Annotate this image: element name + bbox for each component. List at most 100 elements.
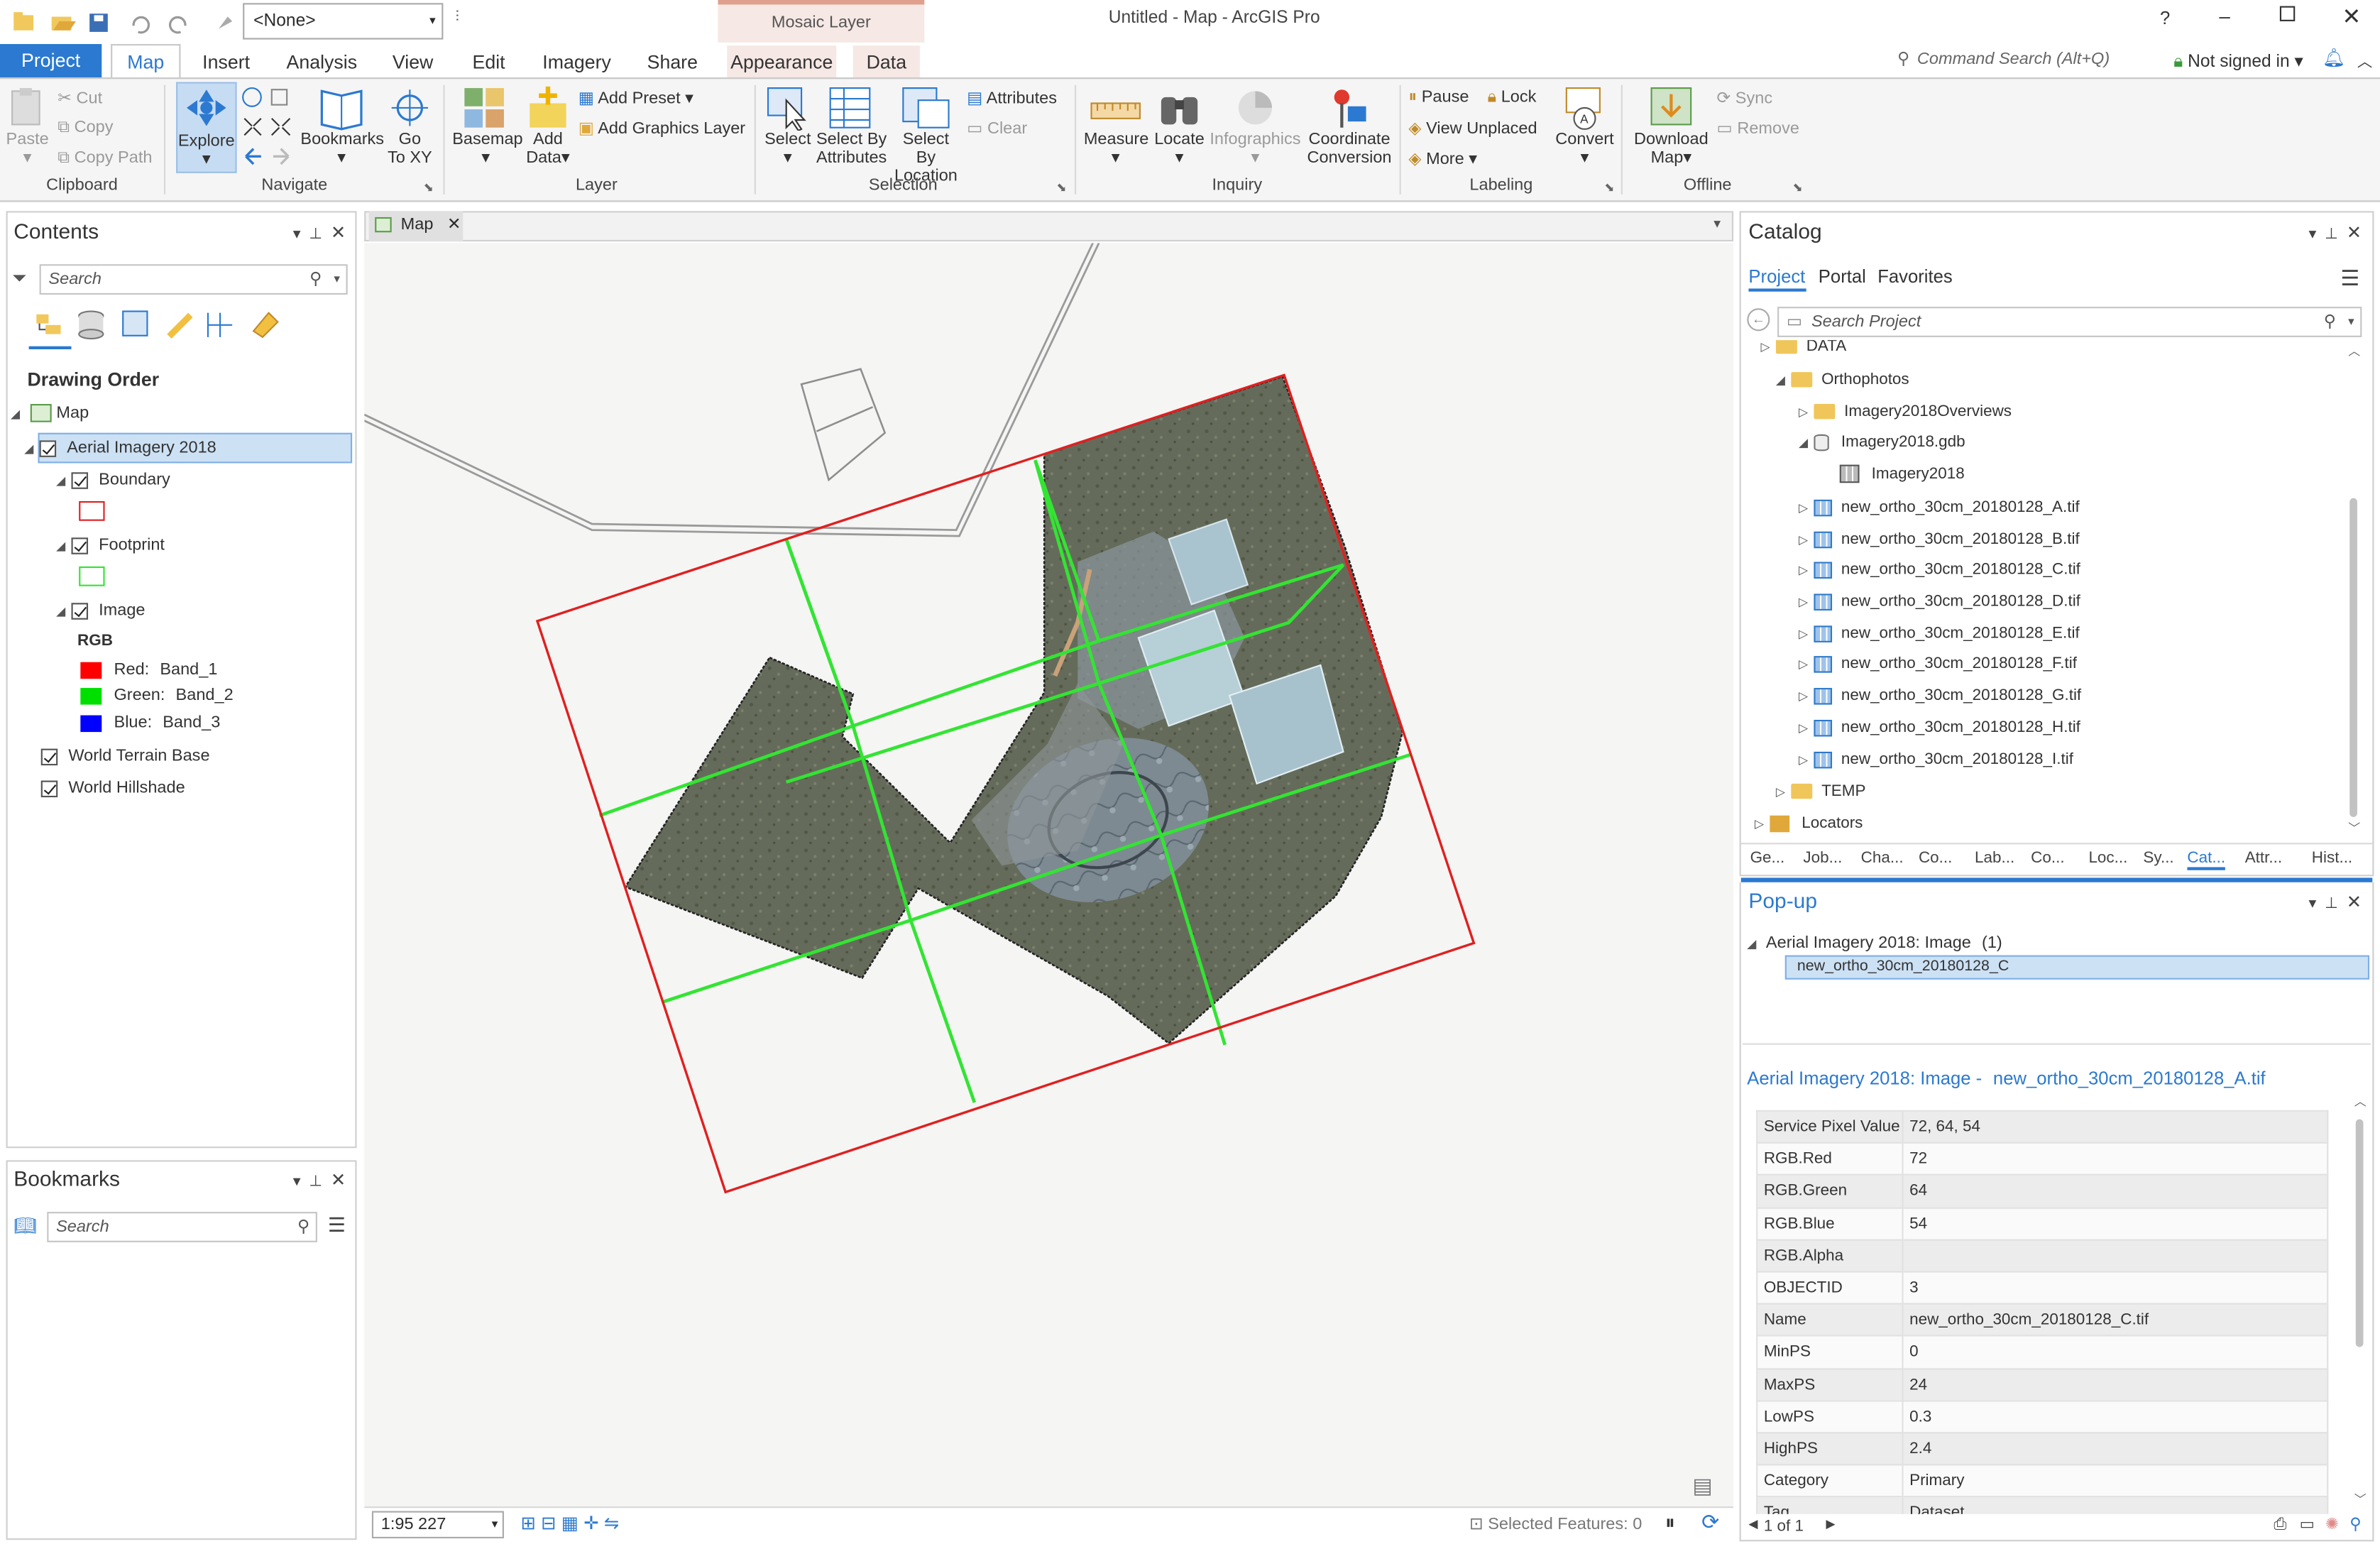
menu-icon[interactable]: ☰	[2340, 266, 2359, 291]
help-button[interactable]: ?	[2160, 8, 2170, 29]
sublayer-boundary[interactable]: ◢ Boundary	[56, 471, 170, 489]
popup-header-link[interactable]: new_ortho_30cm_20180128_A.tif	[1993, 1068, 2266, 1089]
open-project-icon[interactable]	[51, 16, 76, 31]
chevron-down-icon[interactable]: ▾	[1713, 216, 1721, 233]
basemap-button[interactable]: Basemap ▾	[452, 85, 523, 167]
grid-icon[interactable]: ⊟	[541, 1513, 556, 1534]
dock-tab-catalog[interactable]: Cat...	[2187, 849, 2226, 870]
tab-analysis[interactable]: Analysis	[283, 45, 361, 79]
expand-triangle-icon[interactable]: ▷	[1755, 817, 1770, 831]
close-icon[interactable]: ✕	[331, 1169, 346, 1191]
list-by-source-icon[interactable]	[78, 310, 104, 340]
select-button[interactable]: Select ▾	[762, 85, 813, 167]
footprint-visibility-checkbox[interactable]	[71, 537, 89, 554]
catalog-item-temp[interactable]: ▷ TEMP	[1776, 782, 1866, 801]
popup-group[interactable]: ◢ Aerial Imagery 2018: Image (1)	[1747, 934, 2002, 953]
attribute-field-value[interactable]: 0.3	[1902, 1399, 2329, 1434]
tab-insert[interactable]: Insert	[194, 45, 258, 79]
copy-button[interactable]: ⧉ Copy	[57, 119, 113, 138]
crosshair-icon[interactable]: ✛	[583, 1513, 599, 1534]
expand-triangle-icon[interactable]: ▷	[1799, 405, 1814, 419]
clear-selection-button[interactable]: ▭ Clear	[967, 119, 1027, 138]
chevron-down-icon[interactable]: ▾	[2309, 896, 2317, 913]
labeling-dialog-launcher-icon[interactable]: ⬊	[1604, 181, 1614, 195]
dock-tab-locate[interactable]: Loc...	[2088, 849, 2127, 867]
dock-tab-attributes[interactable]: Attr...	[2245, 849, 2282, 867]
catalog-item-orthophotos[interactable]: ◢ Orthophotos	[1776, 371, 1909, 389]
catalog-item-tif-a[interactable]: ▷ new_ortho_30cm_20180128_A.tif	[1799, 498, 2080, 517]
list-by-snapping-icon[interactable]	[207, 312, 233, 337]
menu-icon[interactable]: ☰	[328, 1213, 346, 1237]
pin-icon[interactable]: ⊥	[2325, 226, 2338, 243]
band-red-swatch[interactable]	[80, 661, 102, 679]
attribute-field-value[interactable]: 2.4	[1902, 1431, 2329, 1466]
explore-button[interactable]: Explore ▾	[176, 82, 237, 173]
catalog-item-gdb[interactable]: ◢ Imagery2018.gdb	[1799, 433, 1965, 451]
scale-combo[interactable]: 1:95 227 ▾	[371, 1511, 504, 1539]
attribute-field-value[interactable]: Primary	[1902, 1464, 2329, 1498]
attribute-field-value[interactable]: 64	[1902, 1174, 2329, 1208]
footprint-symbol[interactable]	[79, 566, 105, 586]
chevron-down-icon[interactable]: ▾	[293, 226, 301, 243]
image-visibility-checkbox[interactable]	[71, 602, 89, 619]
attribute-field-value[interactable]: Dataset	[1902, 1496, 2329, 1514]
measure-button[interactable]: Measure ▾	[1084, 85, 1148, 167]
list-by-drawing-order-icon[interactable]	[36, 314, 61, 334]
catalog-item-tif-b[interactable]: ▷ new_ortho_30cm_20180128_B.tif	[1799, 530, 2080, 549]
attribute-field-value[interactable]: 72	[1902, 1142, 2329, 1176]
chevron-down-icon[interactable]: ﹀	[2354, 1491, 2367, 1509]
attribute-field-value[interactable]: 0	[1902, 1335, 2329, 1369]
pause-labeling-button[interactable]: ⏸︎ Pause	[1408, 88, 1469, 108]
select-by-location-button[interactable]: Select By Location	[891, 85, 960, 185]
maximize-button[interactable]	[2279, 6, 2296, 21]
catalog-item-data[interactable]: ▷ DATA	[1761, 340, 1846, 356]
catalog-item-tif-d[interactable]: ▷ new_ortho_30cm_20180128_D.tif	[1799, 592, 2080, 611]
table-icon[interactable]: ▦	[561, 1513, 578, 1534]
catalog-tab-favorites[interactable]: Favorites	[1877, 266, 1953, 287]
expand-triangle-icon[interactable]: ▷	[1799, 564, 1814, 577]
select-by-attributes-button[interactable]: Select By Attributes	[815, 85, 888, 167]
zoom-to-icon[interactable]: ⚲	[2349, 1516, 2361, 1534]
filter-icon[interactable]: ⏷	[12, 267, 27, 290]
catalog-item-tif-c[interactable]: ▷ new_ortho_30cm_20180128_C.tif	[1799, 560, 2080, 579]
attribute-field-value[interactable]: 54	[1902, 1206, 2329, 1241]
sublayer-footprint[interactable]: ◢ Footprint	[56, 536, 165, 554]
flash-icon[interactable]: ✺	[2325, 1516, 2339, 1534]
view-unplaced-button[interactable]: ◈ View Unplaced	[1408, 119, 1537, 138]
catalog-item-tif-e[interactable]: ▷ new_ortho_30cm_20180128_E.tif	[1799, 624, 2080, 642]
catalog-item-locators[interactable]: ▷ Locators	[1755, 814, 1863, 833]
pin-icon[interactable]: ⊥	[2325, 896, 2338, 913]
attribute-field-value[interactable]: 24	[1902, 1367, 2329, 1401]
popup-scrollbar[interactable]: ︿ ﹀	[2353, 1095, 2368, 1510]
undo-icon[interactable]	[132, 16, 150, 34]
sublayer-image[interactable]: ◢ Image	[56, 601, 145, 620]
collapse-triangle-icon[interactable]: ◢	[56, 539, 71, 552]
map-node[interactable]: ◢ Map	[11, 404, 89, 422]
previous-extent-icon[interactable]	[245, 148, 261, 165]
save-icon[interactable]	[89, 13, 108, 32]
refresh-icon[interactable]: ⟳	[1701, 1509, 1719, 1535]
copy-path-button[interactable]: ⧉ Copy Path	[57, 149, 152, 169]
expand-triangle-icon[interactable]: ▷	[1799, 689, 1814, 703]
pin-icon[interactable]: ⊥	[309, 1174, 322, 1191]
export-icon[interactable]: ▭	[2300, 1516, 2315, 1534]
band-green-swatch[interactable]	[80, 687, 102, 704]
scroll-thumb[interactable]	[2355, 1119, 2364, 1347]
close-button[interactable]: ✕	[2342, 3, 2362, 30]
map-canvas[interactable]	[364, 243, 1734, 1507]
new-project-icon[interactable]	[13, 12, 34, 31]
expand-triangle-icon[interactable]: ▷	[1799, 596, 1814, 609]
catalog-item-tif-g[interactable]: ▷ new_ortho_30cm_20180128_G.tif	[1799, 686, 2081, 705]
list-by-labeling-icon[interactable]	[252, 312, 279, 339]
dock-tab-contents[interactable]: Co...	[1919, 849, 1952, 867]
add-preset-button[interactable]: ▦ Add Preset ▾	[578, 88, 693, 108]
chevron-up-icon[interactable]: ︿	[2354, 1093, 2367, 1110]
expand-triangle-icon[interactable]: ▷	[1799, 501, 1814, 515]
add-data-button[interactable]: Add Data▾	[522, 85, 574, 167]
tab-map-view[interactable]: Map ✕	[368, 211, 464, 242]
catalog-item-mosaic[interactable]: Imagery2018	[1839, 465, 1965, 483]
layer-select[interactable]: <None> ▾	[243, 3, 444, 40]
terrain-visibility-checkbox[interactable]	[40, 748, 58, 765]
remove-button[interactable]: ▭ Remove	[1717, 119, 1799, 138]
customize-toolbar-icon[interactable]: ⫶	[456, 9, 459, 26]
